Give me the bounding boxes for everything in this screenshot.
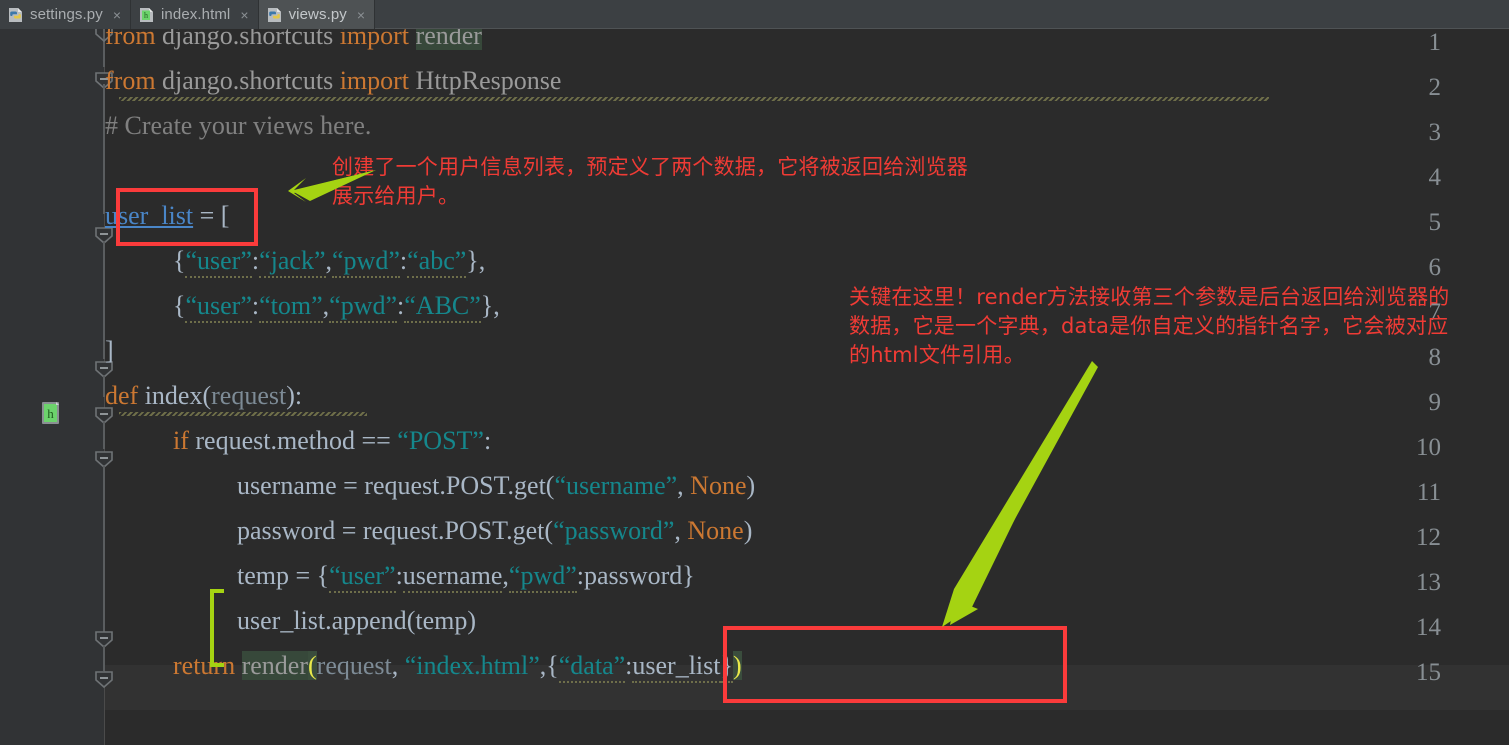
tab-label: index.html	[161, 6, 231, 23]
code-line-14[interactable]: user_list.append(temp)	[237, 598, 476, 643]
token-keyword-def: def	[105, 381, 139, 410]
token-comment: # Create your views here.	[105, 111, 372, 140]
editor-tab-bar: settings.py × h index.html × views.py ×	[0, 0, 1509, 29]
tab-index-html[interactable]: h index.html ×	[131, 0, 259, 29]
token-equality: ==	[354, 426, 398, 455]
token-module: django.shortcuts	[162, 66, 334, 95]
token-var-username: username	[402, 561, 503, 593]
token-dict-value-ABC: “ABC”	[404, 291, 481, 323]
tab-close-icon[interactable]: ×	[357, 8, 365, 22]
token-render-highlight: render	[415, 29, 482, 50]
code-line-10[interactable]: if request.method == “POST”:	[173, 418, 491, 463]
tab-bar-empty-space	[375, 0, 1509, 28]
token-keyword-from: from	[105, 29, 156, 50]
code-line-8[interactable]: ]	[105, 328, 114, 373]
code-editor[interactable]: 1 2 3 4 5 6 7 8 9 10 11 12 13 14 15 h fr…	[0, 29, 1509, 745]
token-dict-key-pwd: “pwd”	[508, 561, 577, 593]
editor-gutter[interactable]	[0, 29, 105, 745]
code-line-6[interactable]: {“user”:“jack”,“pwd”:“abc”},	[173, 238, 485, 283]
code-line-7[interactable]: {“user”:“tom”,“pwd”:“ABC”},	[173, 283, 500, 328]
token-keyword-import: import	[339, 66, 410, 95]
token-dict-key-user: “user”	[185, 291, 252, 323]
token-var-username: username	[237, 471, 337, 500]
token-dict-key-pwd: “pwd”	[329, 291, 398, 323]
token-var-password: password	[584, 561, 683, 590]
token-close-paren-matched: )	[732, 651, 742, 680]
token-param-request: request	[211, 381, 287, 410]
tab-settings-py[interactable]: settings.py ×	[0, 0, 131, 29]
token-dict-key-data: “data”	[558, 651, 626, 683]
token-assign: =	[193, 201, 221, 230]
inspection-squiggle	[119, 97, 1269, 101]
token-dict-key-pwd: “pwd”	[332, 246, 400, 278]
code-line-12[interactable]: password = request.POST.get(“password”, …	[237, 508, 752, 553]
token-arg-temp: temp	[415, 606, 468, 635]
token-close-bracket: ]	[105, 336, 114, 365]
token-user-list-append: user_list.append	[237, 606, 407, 635]
token-dict-value-abc: “abc”	[407, 246, 467, 278]
tab-label: settings.py	[30, 6, 103, 23]
token-string-password: “password”	[553, 516, 675, 545]
token-arg-request: request	[316, 651, 392, 680]
token-keyword-from: from	[105, 66, 156, 95]
token-var-temp: temp	[237, 561, 289, 590]
inspection-squiggle	[119, 412, 367, 416]
code-line-5[interactable]: user_list = [	[105, 193, 229, 238]
token-string-index-html: “index.html”	[404, 651, 540, 680]
token-open-bracket: [	[220, 201, 230, 230]
html-file-icon: h	[139, 7, 154, 23]
token-render-call: render	[241, 651, 308, 680]
token-keyword-none: None	[690, 471, 747, 500]
token-string-post: “POST”	[397, 426, 484, 455]
token-dict-key-user: “user”	[329, 561, 396, 593]
token-request-post-get: request.POST.get	[362, 516, 545, 545]
token-dict-value-user-list: user_list	[632, 651, 721, 683]
python-file-icon	[267, 7, 282, 23]
token-user-list-declaration[interactable]: user_list	[105, 201, 193, 230]
code-line-3[interactable]: # Create your views here.	[105, 103, 371, 148]
token-keyword-none: None	[687, 516, 744, 545]
token-keyword-return: return	[173, 651, 236, 680]
tab-views-py[interactable]: views.py ×	[258, 0, 376, 29]
token-module: django.shortcuts	[162, 29, 334, 50]
token-dict-value-jack: “jack”	[259, 246, 326, 278]
tab-close-icon[interactable]: ×	[113, 8, 121, 22]
token-keyword-if: if	[173, 426, 189, 455]
token-var-password: password	[237, 516, 336, 545]
token-request-post-get: request.POST.get	[364, 471, 546, 500]
token-keyword-import: import	[339, 29, 410, 50]
ide-window: settings.py × h index.html × views.py × …	[0, 0, 1509, 745]
token-request-method: request.method	[195, 426, 355, 455]
code-line-15[interactable]: return render(request, “index.html”,{“da…	[173, 643, 742, 688]
tab-close-icon[interactable]: ×	[240, 8, 248, 22]
python-file-icon	[8, 7, 23, 23]
svg-text:h: h	[144, 11, 148, 20]
svg-text:h: h	[47, 406, 54, 421]
token-dict-key-user: “user”	[185, 246, 252, 278]
code-line-1[interactable]: from django.shortcuts import render	[105, 29, 482, 58]
code-line-13[interactable]: temp = {“user”:username,“pwd”:password}	[237, 553, 695, 598]
tab-label: views.py	[288, 6, 347, 23]
code-content[interactable]: from django.shortcuts import render from…	[105, 29, 1509, 745]
html-file-gutter-icon[interactable]: h	[38, 399, 66, 427]
token-httpresponse: HttpResponse	[415, 66, 562, 95]
code-line-11[interactable]: username = request.POST.get(“username”, …	[237, 463, 755, 508]
token-string-username: “username”	[554, 471, 678, 500]
token-function-name-index[interactable]: index	[145, 381, 203, 410]
token-open-paren-matched: (	[308, 651, 317, 680]
token-dict-value-tom: “tom”	[259, 291, 323, 323]
